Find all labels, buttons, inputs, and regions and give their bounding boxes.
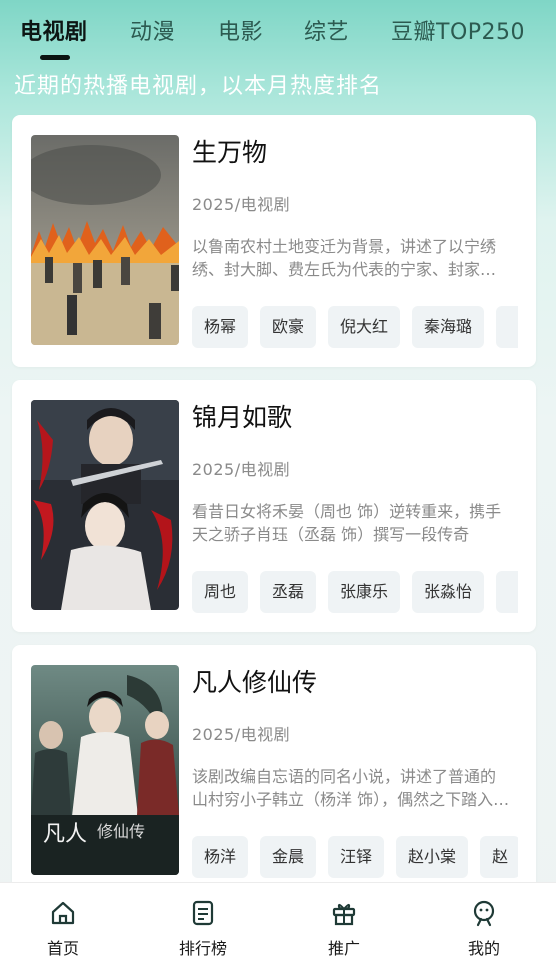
home-icon	[51, 901, 75, 925]
poster-art: 凡人 修仙传	[31, 665, 179, 875]
section-subtitle: 近期的热播电视剧，以本月热度排名	[14, 74, 383, 99]
cast-tags: 杨洋 金晨 汪铎 赵小棠赵	[192, 836, 518, 878]
series-title: 锦月如歌	[192, 403, 293, 432]
poster-image	[31, 400, 179, 610]
bottom-navigation: 首页 排行榜 推广 我的	[0, 882, 556, 966]
svg-text:修仙传: 修仙传	[97, 822, 145, 841]
cast-tag-partial[interactable]: 赵	[480, 836, 518, 878]
poster-art	[31, 135, 179, 345]
nav-home[interactable]: 首页	[0, 883, 133, 966]
series-description: 该剧改编自忘语的同名小说，讲述了普通的山村穷小子韩立（杨洋 饰），偶然之下踏入修…	[192, 767, 510, 809]
series-meta: 2025/电视剧	[192, 460, 291, 479]
poster-image: 凡人 修仙传	[31, 665, 179, 875]
cast-tag[interactable]: 张淼怡	[412, 571, 485, 613]
nav-profile-label: 我的	[467, 939, 500, 958]
series-meta: 2025/电视剧	[192, 725, 291, 744]
poster-art	[31, 400, 179, 610]
poster-image	[31, 135, 179, 345]
nav-promote[interactable]: 推广	[274, 883, 414, 966]
series-title: 生万物	[192, 138, 268, 167]
tab-tv-series[interactable]: 电视剧	[20, 14, 88, 46]
cast-tag[interactable]: 杨洋	[192, 836, 249, 878]
series-meta: 2025/电视剧	[192, 195, 291, 214]
series-card[interactable]: 凡人 修仙传 凡人修仙传 2025/电视剧 该剧改编自忘语的同名小说，讲述了普通…	[12, 645, 536, 897]
nav-home-label: 首页	[46, 939, 79, 958]
tab-douban-top250[interactable]: 豆瓣TOP250	[391, 14, 525, 46]
gift-icon	[332, 903, 356, 926]
series-description: 看昔日女将禾晏（周也 饰）逆转重来，携手天之骄子肖珏（丞磊 饰）撰写一段传奇	[192, 502, 502, 544]
category-tabs: 电视剧 动漫 电影 综艺 豆瓣TOP250	[0, 0, 556, 62]
cast-tag-partial[interactable]	[496, 571, 518, 613]
series-card[interactable]: 锦月如歌 2025/电视剧 看昔日女将禾晏（周也 饰）逆转重来，携手天之骄子肖珏…	[12, 380, 536, 632]
cast-tags: 杨幂 欧豪 倪大红 秦海璐	[192, 306, 518, 348]
svg-text:凡人: 凡人	[43, 822, 87, 847]
nav-profile[interactable]: 我的	[414, 883, 554, 966]
cast-tag[interactable]: 秦海璐	[412, 306, 485, 348]
cast-tag[interactable]: 周也	[192, 571, 249, 613]
cast-tag[interactable]: 汪铎	[328, 836, 385, 878]
nav-promote-label: 推广	[327, 939, 360, 958]
active-tab-indicator	[40, 55, 70, 60]
cast-tag[interactable]: 张康乐	[328, 571, 401, 613]
series-title: 凡人修仙传	[192, 668, 318, 697]
cast-tag[interactable]: 杨幂	[192, 306, 249, 348]
cast-tag[interactable]: 倪大红	[328, 306, 401, 348]
tab-movies[interactable]: 电影	[218, 14, 263, 46]
series-description: 以鲁南农村土地变迁为背景，讲述了以宁绣绣、封大脚、费左氏为代表的宁家、封家、费家…	[192, 237, 497, 279]
cast-tag[interactable]: 丞磊	[260, 571, 317, 613]
cast-tag-partial[interactable]	[496, 306, 518, 348]
tab-anime[interactable]: 动漫	[130, 14, 175, 46]
nav-ranking-label: 排行榜	[178, 939, 227, 958]
tab-variety[interactable]: 综艺	[304, 14, 349, 46]
ranking-icon	[192, 900, 214, 926]
series-card[interactable]: 生万物 2025/电视剧 以鲁南农村土地变迁为背景，讲述了以宁绣绣、封大脚、费左…	[12, 115, 536, 367]
cast-tag[interactable]: 金晨	[260, 836, 317, 878]
cast-tags: 周也 丞磊 张康乐 张淼怡	[192, 571, 518, 613]
cast-tag[interactable]: 欧豪	[260, 306, 317, 348]
nav-ranking[interactable]: 排行榜	[133, 883, 273, 966]
cast-tag[interactable]: 赵小棠	[396, 836, 469, 878]
profile-icon	[473, 900, 495, 927]
